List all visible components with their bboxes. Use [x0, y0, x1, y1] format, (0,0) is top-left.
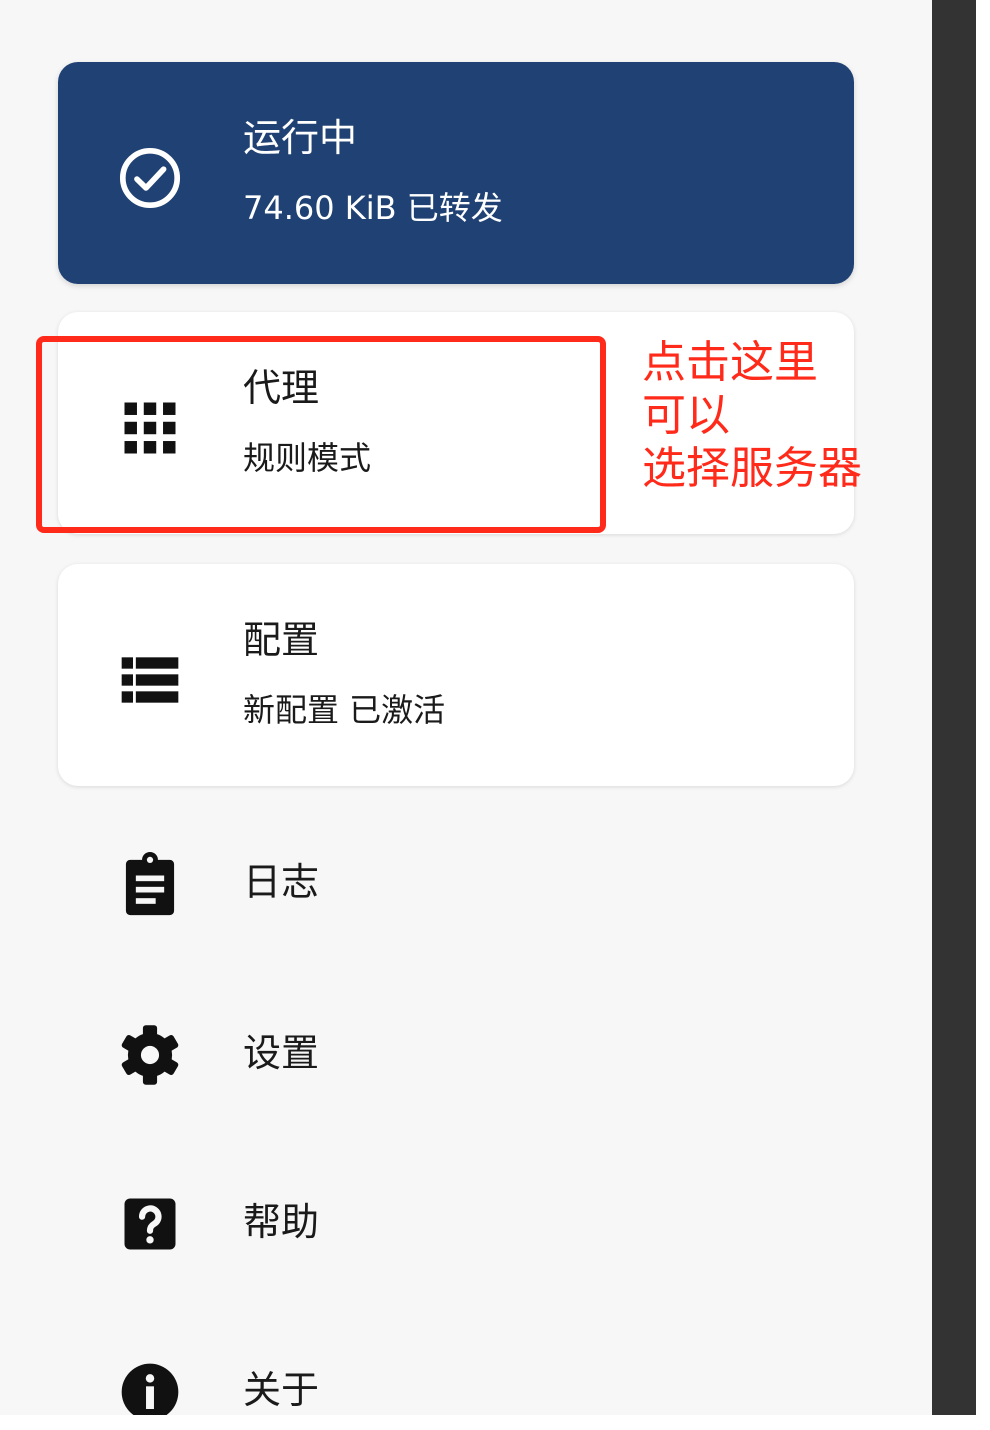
check-circle-icon [119, 147, 181, 209]
status-subtitle: 74.60 KiB 已转发 [243, 189, 503, 227]
status-title: 运行中 [243, 116, 358, 160]
menu-item-log[interactable]: 日志 [58, 822, 854, 942]
profile-card[interactable]: 配置 新配置 已激活 [58, 564, 854, 786]
menu-item-settings[interactable]: 设置 [58, 993, 854, 1113]
highlight-box [36, 336, 606, 533]
drawer-scrim[interactable] [932, 0, 976, 1415]
clipboard-icon [125, 851, 175, 916]
annotation-line: 可以 [642, 390, 730, 441]
help-icon [124, 1198, 176, 1250]
profile-subtitle: 新配置 已激活 [243, 691, 446, 729]
annotation-text: 点击这里 可以 选择服务器 [642, 336, 892, 495]
menu-label-settings: 设置 [243, 1031, 320, 1075]
menu-label-about: 关于 [243, 1368, 320, 1412]
menu-label-log: 日志 [243, 860, 320, 904]
menu-item-help[interactable]: 帮助 [58, 1162, 854, 1282]
annotation-line: 选择服务器 [642, 443, 862, 494]
annotation-line: 点击这里 [642, 337, 818, 388]
drawer-panel: 运行中 74.60 KiB 已转发 代理 规则模式 配置 新配置 已激活 日志 … [0, 0, 932, 1415]
gear-icon [121, 1025, 179, 1085]
menu-label-help: 帮助 [243, 1200, 320, 1244]
menu-item-about[interactable]: 关于 [58, 1330, 854, 1415]
info-icon [121, 1363, 179, 1415]
list-icon [121, 657, 179, 703]
profile-title: 配置 [243, 618, 320, 662]
status-card[interactable]: 运行中 74.60 KiB 已转发 [58, 62, 854, 284]
